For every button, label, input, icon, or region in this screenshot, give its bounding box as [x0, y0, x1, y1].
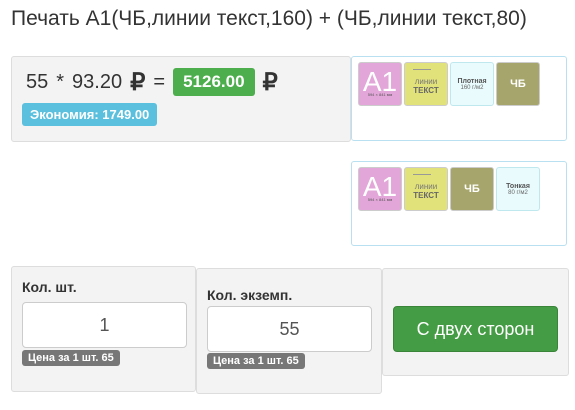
format-a1-thumbnail[interactable]: A1 594 × 841 мм — [358, 167, 402, 211]
line-decoration — [413, 174, 431, 175]
lines-text-thumbnail[interactable]: линии ТЕКСТ — [404, 62, 448, 106]
paper-thin-thumbnail[interactable]: Тонкая 80 г/м2 — [496, 167, 540, 211]
lines-label: линии — [414, 182, 438, 191]
pieces-price-note: Цена за 1 шт. 65 — [22, 350, 120, 366]
paper-weight: 160 г/м2 — [460, 84, 484, 91]
option-thumbnails-2: A1 594 × 841 мм линии ТЕКСТ ЧБ Тонкая 80… — [351, 161, 567, 246]
duplex-button[interactable]: С двух сторон — [393, 306, 558, 352]
bw-label: ЧБ — [510, 78, 526, 90]
copies-input[interactable] — [207, 306, 372, 352]
multiply-sign: * — [56, 70, 65, 93]
price-formula: 55 * 93.20 ₽ = 5126.00 ₽ — [26, 67, 286, 97]
quantity-value: 55 — [26, 70, 49, 93]
copies-field-group: Кол. экземп. Цена за 1 шт. 65 — [196, 268, 382, 394]
format-size: 594 × 841 мм — [367, 197, 393, 202]
format-a1-thumbnail[interactable]: A1 594 × 841 мм — [358, 62, 402, 106]
currency-sign: ₽ — [130, 68, 146, 96]
paper-weight: 80 г/м2 — [508, 189, 528, 196]
text-label: ТЕКСТ — [413, 86, 439, 95]
pieces-field-group: Кол. шт. Цена за 1 шт. 65 — [11, 266, 196, 392]
lines-text-thumbnail[interactable]: линии ТЕКСТ — [404, 167, 448, 211]
page-title: Печать А1(ЧБ,линии текст,160) + (ЧБ,лини… — [11, 7, 527, 30]
unit-price: 93.20 — [72, 70, 123, 93]
savings-badge: Экономия: 1749.00 — [22, 103, 158, 126]
option-thumbnails-1: A1 594 × 841 мм линии ТЕКСТ Плотная 160 … — [351, 56, 567, 141]
total-price-badge: 5126.00 — [173, 68, 255, 96]
duplex-group: С двух сторон — [382, 268, 569, 376]
line-decoration — [413, 69, 431, 70]
bw-label: ЧБ — [464, 183, 480, 195]
price-summary: 55 * 93.20 ₽ = 5126.00 ₽ Экономия: 1749.… — [11, 56, 351, 142]
equals-sign: = — [153, 70, 166, 93]
copies-label: Кол. экземп. — [207, 287, 293, 303]
lines-label: линии — [414, 77, 438, 86]
bw-thumbnail[interactable]: ЧБ — [450, 167, 494, 211]
currency-sign-total: ₽ — [262, 68, 278, 96]
text-label: ТЕКСТ — [413, 191, 439, 200]
paper-dense-thumbnail[interactable]: Плотная 160 г/м2 — [450, 62, 494, 106]
paper-title: Плотная — [457, 77, 487, 85]
copies-price-note: Цена за 1 шт. 65 — [207, 353, 305, 369]
paper-title: Тонкая — [506, 182, 530, 190]
bw-thumbnail[interactable]: ЧБ — [496, 62, 540, 106]
format-size: 594 × 841 мм — [367, 92, 393, 97]
pieces-label: Кол. шт. — [22, 279, 77, 295]
pieces-input[interactable] — [22, 302, 187, 348]
